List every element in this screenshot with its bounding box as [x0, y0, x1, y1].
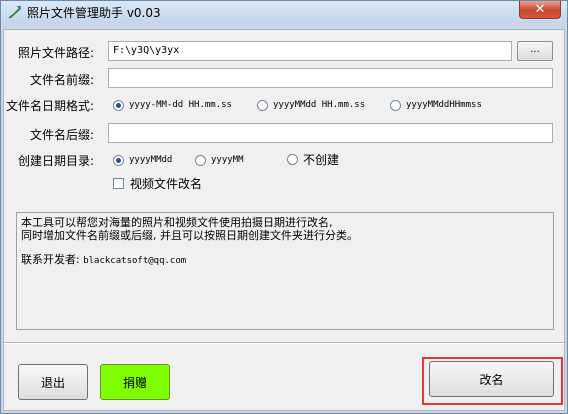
video-rename-label: 视频文件改名 [130, 177, 203, 191]
prefix-input[interactable] [108, 68, 553, 88]
date-dir-radio-2[interactable]: yyyyMM [195, 153, 244, 167]
path-label: 照片文件路径: [18, 46, 95, 60]
date-dir-label: 创建日期目录: [18, 154, 95, 168]
date-dir-radio-1[interactable]: yyyyMMdd [113, 153, 172, 167]
path-input[interactable]: F:\y3Q\y3yx [108, 41, 512, 61]
prefix-label: 文件名前缀: [30, 73, 95, 87]
suffix-input[interactable] [108, 123, 553, 143]
info-line-1: 本工具可以帮您对海量的照片和视频文件使用拍摄日期进行改名, [21, 216, 333, 229]
exit-button[interactable]: 退出 [18, 364, 88, 400]
info-panel: 本工具可以帮您对海量的照片和视频文件使用拍摄日期进行改名, 同时增加文件名前缀或… [16, 212, 554, 330]
contact-email: blackcatsoft@qq.com [83, 256, 187, 266]
radio-icon [390, 99, 401, 111]
window-title: 照片文件管理助手 v0.03 [27, 6, 161, 20]
date-format-radio-3[interactable]: yyyyMMddHHmmss [390, 98, 482, 112]
radio-icon [287, 153, 298, 165]
date-format-radio-1[interactable]: yyyy-MM-dd HH.mm.ss [113, 98, 232, 112]
date-format-radio-2[interactable]: yyyyMMdd HH.mm.ss [257, 98, 365, 112]
radio-selected-icon [113, 99, 124, 111]
app-window: 照片文件管理助手 v0.03 ✕ 照片文件路径: F:\y3Q\y3yx ...… [0, 0, 568, 414]
contact-line: 联系开发者: blackcatsoft@qq.com [21, 253, 549, 268]
highlight-box [422, 357, 563, 405]
radio-icon [195, 154, 206, 166]
video-rename-checkbox[interactable]: 视频文件改名 [113, 175, 202, 192]
separator [4, 342, 564, 344]
quill-icon [8, 6, 21, 19]
main-panel: 照片文件路径: F:\y3Q\y3yx ... 文件名前缀: 文件名日期格式: … [3, 29, 565, 411]
close-icon: ✕ [534, 2, 546, 17]
date-dir-radio-3[interactable]: 不创建 [287, 152, 339, 167]
donate-button[interactable]: 捐赠 [100, 364, 170, 400]
radio-icon [257, 99, 268, 111]
info-line-2: 同时增加文件名前缀或后缀, 并且可以按照日期创建文件夹进行分类。 [21, 229, 358, 242]
date-format-label: 文件名日期格式: [6, 99, 95, 113]
contact-label: 联系开发者: [21, 253, 80, 266]
close-button[interactable]: ✕ [519, 1, 561, 19]
radio-selected-icon [113, 154, 124, 166]
suffix-label: 文件名后缀: [30, 128, 95, 142]
browse-button[interactable]: ... [517, 41, 553, 61]
checkbox-icon [113, 178, 124, 189]
title-bar[interactable]: 照片文件管理助手 v0.03 ✕ [1, 1, 567, 23]
